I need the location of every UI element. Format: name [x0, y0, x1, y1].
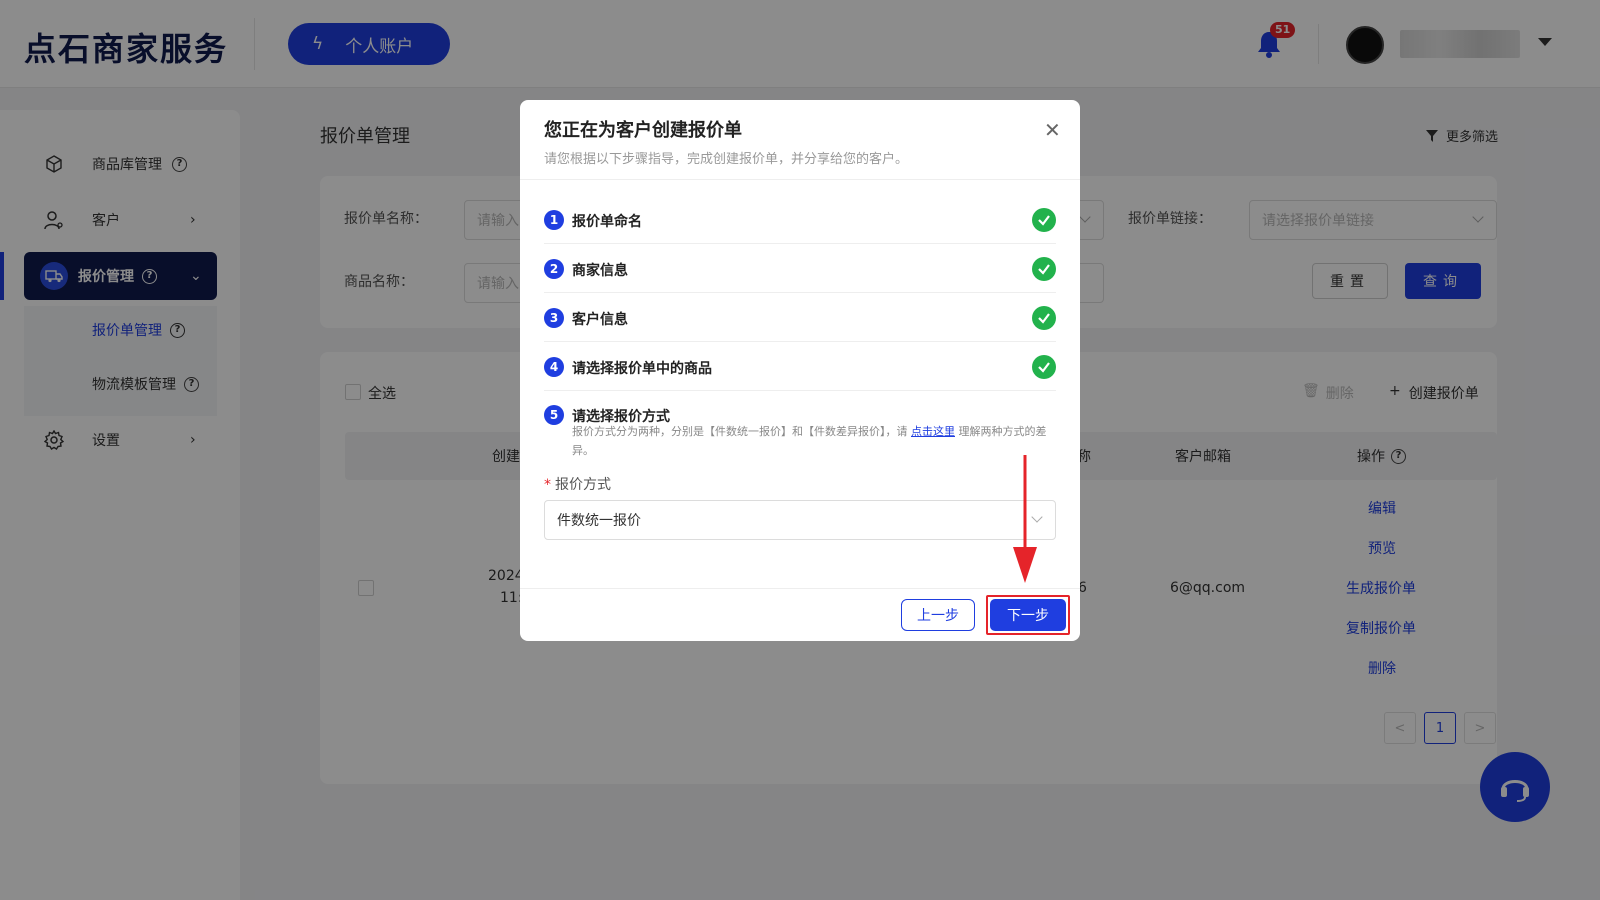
check-icon [1032, 257, 1056, 281]
create-quote-dialog: 您正在为客户创建报价单 请您根据以下步骤指导，完成创建报价单，并分享给您的客户。… [520, 100, 1080, 641]
step-2[interactable]: 2 商家信息 [544, 245, 1056, 293]
previous-step-button[interactable]: 上一步 [901, 599, 975, 631]
close-icon[interactable]: ✕ [1044, 118, 1061, 142]
step-label: 商家信息 [572, 263, 628, 279]
step-number: 5 [544, 405, 564, 425]
annotation-arrow-icon [1013, 455, 1037, 583]
divider [520, 588, 1080, 589]
step-4[interactable]: 4 请选择报价单中的商品 [544, 343, 1056, 391]
divider [520, 179, 1080, 180]
check-icon [1032, 355, 1056, 379]
step-label: 客户信息 [572, 312, 628, 328]
step-number: 1 [544, 210, 564, 230]
step-label: 报价单命名 [572, 214, 642, 230]
step-1[interactable]: 1 报价单命名 [544, 196, 1056, 244]
check-icon [1032, 208, 1056, 232]
pricing-method-value: 件数统一报价 [557, 513, 641, 529]
step-number: 3 [544, 308, 564, 328]
dialog-subtitle: 请您根据以下步骤指导，完成创建报价单，并分享给您的客户。 [544, 152, 909, 167]
click-here-link[interactable]: 点击这里 [911, 425, 955, 438]
pricing-method-label: * 报价方式 [544, 477, 611, 493]
check-icon [1032, 306, 1056, 330]
pricing-method-select[interactable]: 件数统一报价 [544, 500, 1056, 540]
step-number: 2 [544, 259, 564, 279]
dialog-title: 您正在为客户创建报价单 [544, 120, 742, 141]
step-label: 请选择报价单中的商品 [572, 361, 712, 377]
required-marker: * [544, 477, 551, 493]
next-step-button[interactable]: 下一步 [990, 599, 1066, 631]
step-3[interactable]: 3 客户信息 [544, 294, 1056, 342]
step-number: 4 [544, 357, 564, 377]
step-5-description: 报价方式分为两种，分别是【件数统一报价】和【件数差异报价】，请 点击这里 理解两… [572, 425, 1047, 457]
